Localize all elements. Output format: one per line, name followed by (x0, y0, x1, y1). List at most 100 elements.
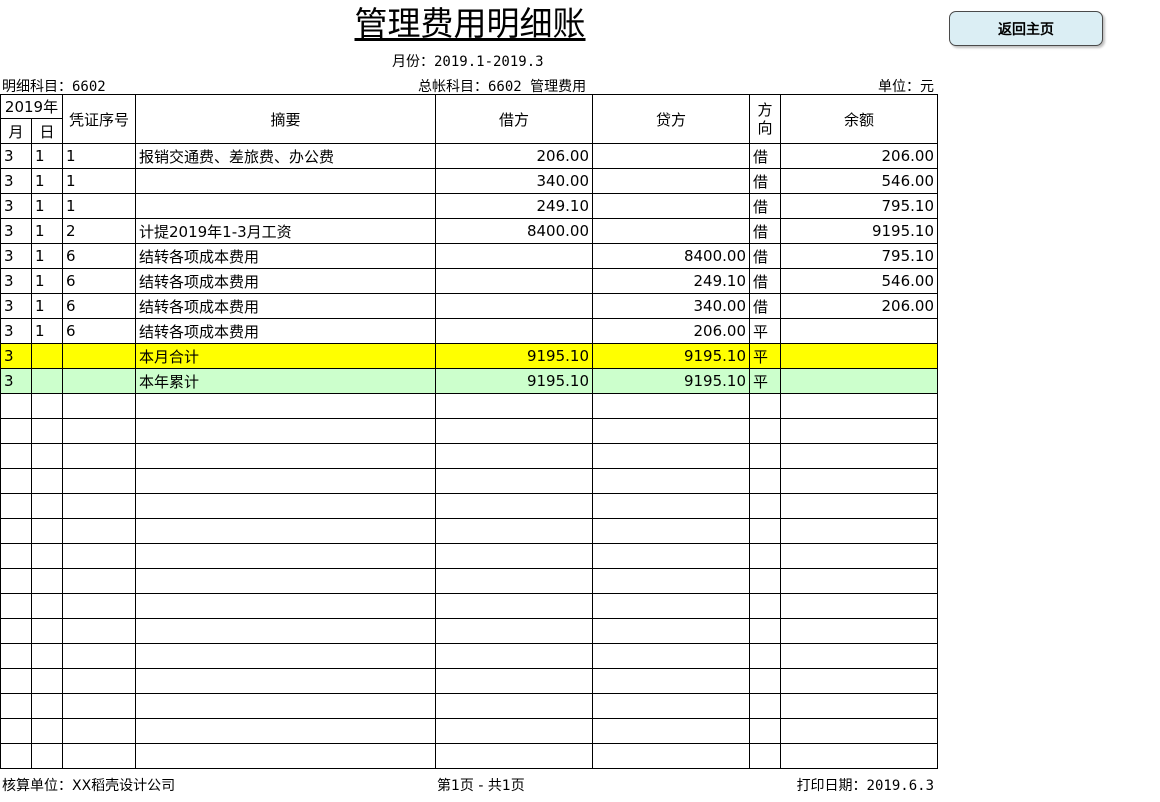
balance-cell[interactable]: 206.00 (780, 293, 938, 319)
balance-cell[interactable] (780, 518, 938, 544)
voucher-cell[interactable]: 1 (62, 168, 136, 194)
voucher-cell[interactable] (62, 493, 136, 519)
month-cell[interactable]: 3 (0, 243, 32, 269)
month-cell[interactable] (0, 593, 32, 619)
voucher-cell[interactable] (62, 368, 136, 394)
day-cell[interactable] (31, 418, 63, 444)
month-cell[interactable] (0, 493, 32, 519)
month-cell[interactable] (0, 568, 32, 594)
balance-cell[interactable] (780, 468, 938, 494)
summary-cell[interactable] (135, 393, 436, 419)
balance-cell[interactable] (780, 418, 938, 444)
day-cell[interactable] (31, 343, 63, 369)
direction-cell[interactable]: 平 (749, 368, 781, 394)
direction-cell[interactable] (749, 543, 781, 569)
credit-cell[interactable] (592, 568, 750, 594)
day-cell[interactable] (31, 643, 63, 669)
debit-cell[interactable] (435, 643, 593, 669)
balance-cell[interactable] (780, 543, 938, 569)
voucher-cell[interactable] (62, 668, 136, 694)
month-cell[interactable] (0, 718, 32, 744)
voucher-cell[interactable]: 6 (62, 318, 136, 344)
day-cell[interactable] (31, 518, 63, 544)
credit-cell[interactable] (592, 593, 750, 619)
voucher-cell[interactable] (62, 543, 136, 569)
balance-cell[interactable] (780, 643, 938, 669)
credit-cell[interactable] (592, 543, 750, 569)
credit-cell[interactable] (592, 168, 750, 194)
credit-cell[interactable] (592, 418, 750, 444)
day-cell[interactable] (31, 443, 63, 469)
month-cell[interactable] (0, 618, 32, 644)
day-cell[interactable] (31, 368, 63, 394)
credit-cell[interactable]: 9195.10 (592, 343, 750, 369)
balance-cell[interactable]: 206.00 (780, 143, 938, 169)
voucher-cell[interactable] (62, 593, 136, 619)
day-cell[interactable]: 1 (31, 293, 63, 319)
balance-cell[interactable] (780, 693, 938, 719)
day-cell[interactable]: 1 (31, 143, 63, 169)
balance-cell[interactable] (780, 493, 938, 519)
debit-cell[interactable] (435, 468, 593, 494)
month-cell[interactable] (0, 543, 32, 569)
month-cell[interactable]: 3 (0, 368, 32, 394)
day-cell[interactable]: 1 (31, 218, 63, 244)
summary-cell[interactable] (135, 168, 436, 194)
voucher-cell[interactable]: 2 (62, 218, 136, 244)
debit-cell[interactable] (435, 268, 593, 294)
debit-cell[interactable]: 206.00 (435, 143, 593, 169)
summary-cell[interactable] (135, 718, 436, 744)
voucher-cell[interactable] (62, 643, 136, 669)
summary-cell[interactable]: 计提2019年1-3月工资 (135, 218, 436, 244)
day-cell[interactable] (31, 718, 63, 744)
balance-cell[interactable]: 795.10 (780, 193, 938, 219)
direction-cell[interactable] (749, 568, 781, 594)
direction-cell[interactable] (749, 418, 781, 444)
voucher-cell[interactable] (62, 743, 136, 769)
direction-cell[interactable] (749, 743, 781, 769)
direction-cell[interactable] (749, 618, 781, 644)
debit-cell[interactable] (435, 243, 593, 269)
credit-cell[interactable] (592, 518, 750, 544)
debit-cell[interactable] (435, 418, 593, 444)
month-cell[interactable]: 3 (0, 268, 32, 294)
debit-cell[interactable] (435, 443, 593, 469)
debit-cell[interactable] (435, 518, 593, 544)
summary-cell[interactable] (135, 693, 436, 719)
debit-cell[interactable] (435, 693, 593, 719)
balance-cell[interactable] (780, 743, 938, 769)
credit-cell[interactable] (592, 218, 750, 244)
voucher-cell[interactable] (62, 468, 136, 494)
day-cell[interactable] (31, 568, 63, 594)
month-cell[interactable]: 3 (0, 318, 32, 344)
credit-cell[interactable] (592, 468, 750, 494)
debit-cell[interactable] (435, 568, 593, 594)
direction-cell[interactable]: 借 (749, 193, 781, 219)
direction-cell[interactable] (749, 693, 781, 719)
balance-cell[interactable]: 9195.10 (780, 218, 938, 244)
voucher-cell[interactable]: 6 (62, 293, 136, 319)
balance-cell[interactable] (780, 593, 938, 619)
balance-cell[interactable] (780, 443, 938, 469)
summary-cell[interactable] (135, 443, 436, 469)
month-cell[interactable]: 3 (0, 218, 32, 244)
direction-cell[interactable]: 平 (749, 343, 781, 369)
summary-cell[interactable] (135, 193, 436, 219)
balance-cell[interactable] (780, 393, 938, 419)
direction-cell[interactable] (749, 643, 781, 669)
summary-cell[interactable]: 报销交通费、差旅费、办公费 (135, 143, 436, 169)
summary-cell[interactable] (135, 568, 436, 594)
day-cell[interactable]: 1 (31, 243, 63, 269)
voucher-cell[interactable] (62, 418, 136, 444)
summary-cell[interactable] (135, 468, 436, 494)
debit-cell[interactable] (435, 318, 593, 344)
balance-cell[interactable] (780, 568, 938, 594)
day-cell[interactable] (31, 593, 63, 619)
day-cell[interactable]: 1 (31, 168, 63, 194)
credit-cell[interactable] (592, 718, 750, 744)
credit-cell[interactable] (592, 143, 750, 169)
credit-cell[interactable] (592, 743, 750, 769)
voucher-cell[interactable] (62, 343, 136, 369)
voucher-cell[interactable] (62, 568, 136, 594)
credit-cell[interactable] (592, 393, 750, 419)
